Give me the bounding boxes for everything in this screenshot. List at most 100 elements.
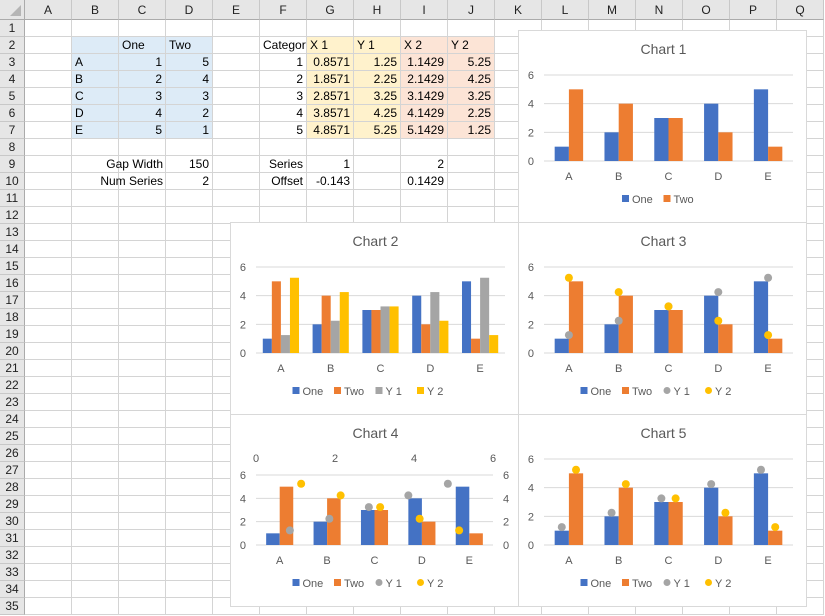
cell[interactable] [448,20,495,37]
cell[interactable] [119,360,166,377]
row-header-10[interactable]: 10 [0,173,25,190]
column-header-b[interactable]: B [72,0,119,20]
row-header-21[interactable]: 21 [0,360,25,377]
cell[interactable] [119,292,166,309]
table2-cell[interactable]: 5.25 [354,122,401,139]
cell[interactable] [213,20,260,37]
cell[interactable] [25,275,72,292]
cell[interactable] [25,530,72,547]
table2-header[interactable]: X 2 [401,37,448,54]
cell[interactable] [354,20,401,37]
cell[interactable] [119,377,166,394]
cell[interactable] [119,598,166,615]
table2-cell[interactable]: 3.25 [448,88,495,105]
row-header-12[interactable]: 12 [0,207,25,224]
cell[interactable] [25,105,72,122]
cell[interactable] [166,343,213,360]
row-header-5[interactable]: 5 [0,88,25,105]
cell[interactable] [166,207,213,224]
cell[interactable] [25,394,72,411]
cell[interactable] [25,156,72,173]
cell[interactable] [72,530,119,547]
row-header-6[interactable]: 6 [0,105,25,122]
row-header-14[interactable]: 14 [0,241,25,258]
cell[interactable] [72,411,119,428]
cell[interactable] [260,139,307,156]
table2-cell[interactable]: 1.8571 [307,71,354,88]
cell[interactable] [213,71,260,88]
header-one[interactable]: One [119,37,166,54]
row-header-23[interactable]: 23 [0,394,25,411]
cell[interactable] [25,309,72,326]
table2-cell[interactable]: 1.25 [354,54,401,71]
table2-cell[interactable]: 1.1429 [401,54,448,71]
table2-header[interactable]: X 1 [307,37,354,54]
table2-cell[interactable]: 2 [260,71,307,88]
cell[interactable] [213,37,260,54]
value-one-cell[interactable]: 2 [119,71,166,88]
row-header-13[interactable]: 13 [0,224,25,241]
cell[interactable] [25,173,72,190]
row-header-24[interactable]: 24 [0,411,25,428]
value-one-cell[interactable]: 5 [119,122,166,139]
cell[interactable] [166,326,213,343]
cell[interactable] [119,530,166,547]
cell[interactable] [119,479,166,496]
column-header-g[interactable]: G [307,0,354,20]
row-header-4[interactable]: 4 [0,71,25,88]
column-header-h[interactable]: H [354,0,401,20]
table2-cell[interactable]: 2.1429 [401,71,448,88]
row-header-27[interactable]: 27 [0,462,25,479]
value-two-cell[interactable]: 4 [166,71,213,88]
column-header-n[interactable]: N [636,0,683,20]
cell[interactable] [119,20,166,37]
row-header-9[interactable]: 9 [0,156,25,173]
cell[interactable] [25,292,72,309]
table2-cell[interactable]: 2.25 [354,71,401,88]
cell[interactable] [119,564,166,581]
cell[interactable] [25,513,72,530]
cell[interactable] [25,54,72,71]
row-header-11[interactable]: 11 [0,190,25,207]
cell[interactable] [213,88,260,105]
row-header-16[interactable]: 16 [0,275,25,292]
cell[interactable] [72,581,119,598]
cell[interactable] [119,207,166,224]
column-header-a[interactable]: A [25,0,72,20]
cell[interactable] [119,275,166,292]
cell[interactable] [25,445,72,462]
cell[interactable] [166,275,213,292]
cell[interactable] [25,224,72,241]
cell[interactable] [25,122,72,139]
table2-cell[interactable]: 1 [260,54,307,71]
cell[interactable] [119,258,166,275]
series-label[interactable]: Series [260,156,307,173]
table2-cell[interactable]: 4 [260,105,307,122]
table2-header[interactable]: Y 1 [354,37,401,54]
cell[interactable] [25,360,72,377]
cell[interactable] [72,479,119,496]
cell[interactable] [307,190,354,207]
offset-1-value[interactable]: -0.143 [307,173,354,190]
cell[interactable] [166,139,213,156]
cell[interactable] [25,496,72,513]
cell[interactable] [72,496,119,513]
value-two-cell[interactable]: 2 [166,105,213,122]
cell[interactable] [166,241,213,258]
column-header-c[interactable]: C [119,0,166,20]
table2-header[interactable]: Category [260,37,307,54]
column-header-f[interactable]: F [260,0,307,20]
cell[interactable] [72,547,119,564]
column-header-q[interactable]: Q [777,0,824,20]
cell[interactable] [213,122,260,139]
column-header-i[interactable]: I [401,0,448,20]
cell[interactable] [166,258,213,275]
cell[interactable] [25,377,72,394]
cell[interactable] [166,547,213,564]
cell[interactable] [166,598,213,615]
cell[interactable] [72,207,119,224]
row-header-8[interactable]: 8 [0,139,25,156]
cell[interactable] [119,326,166,343]
cell[interactable] [72,394,119,411]
cell[interactable] [25,20,72,37]
